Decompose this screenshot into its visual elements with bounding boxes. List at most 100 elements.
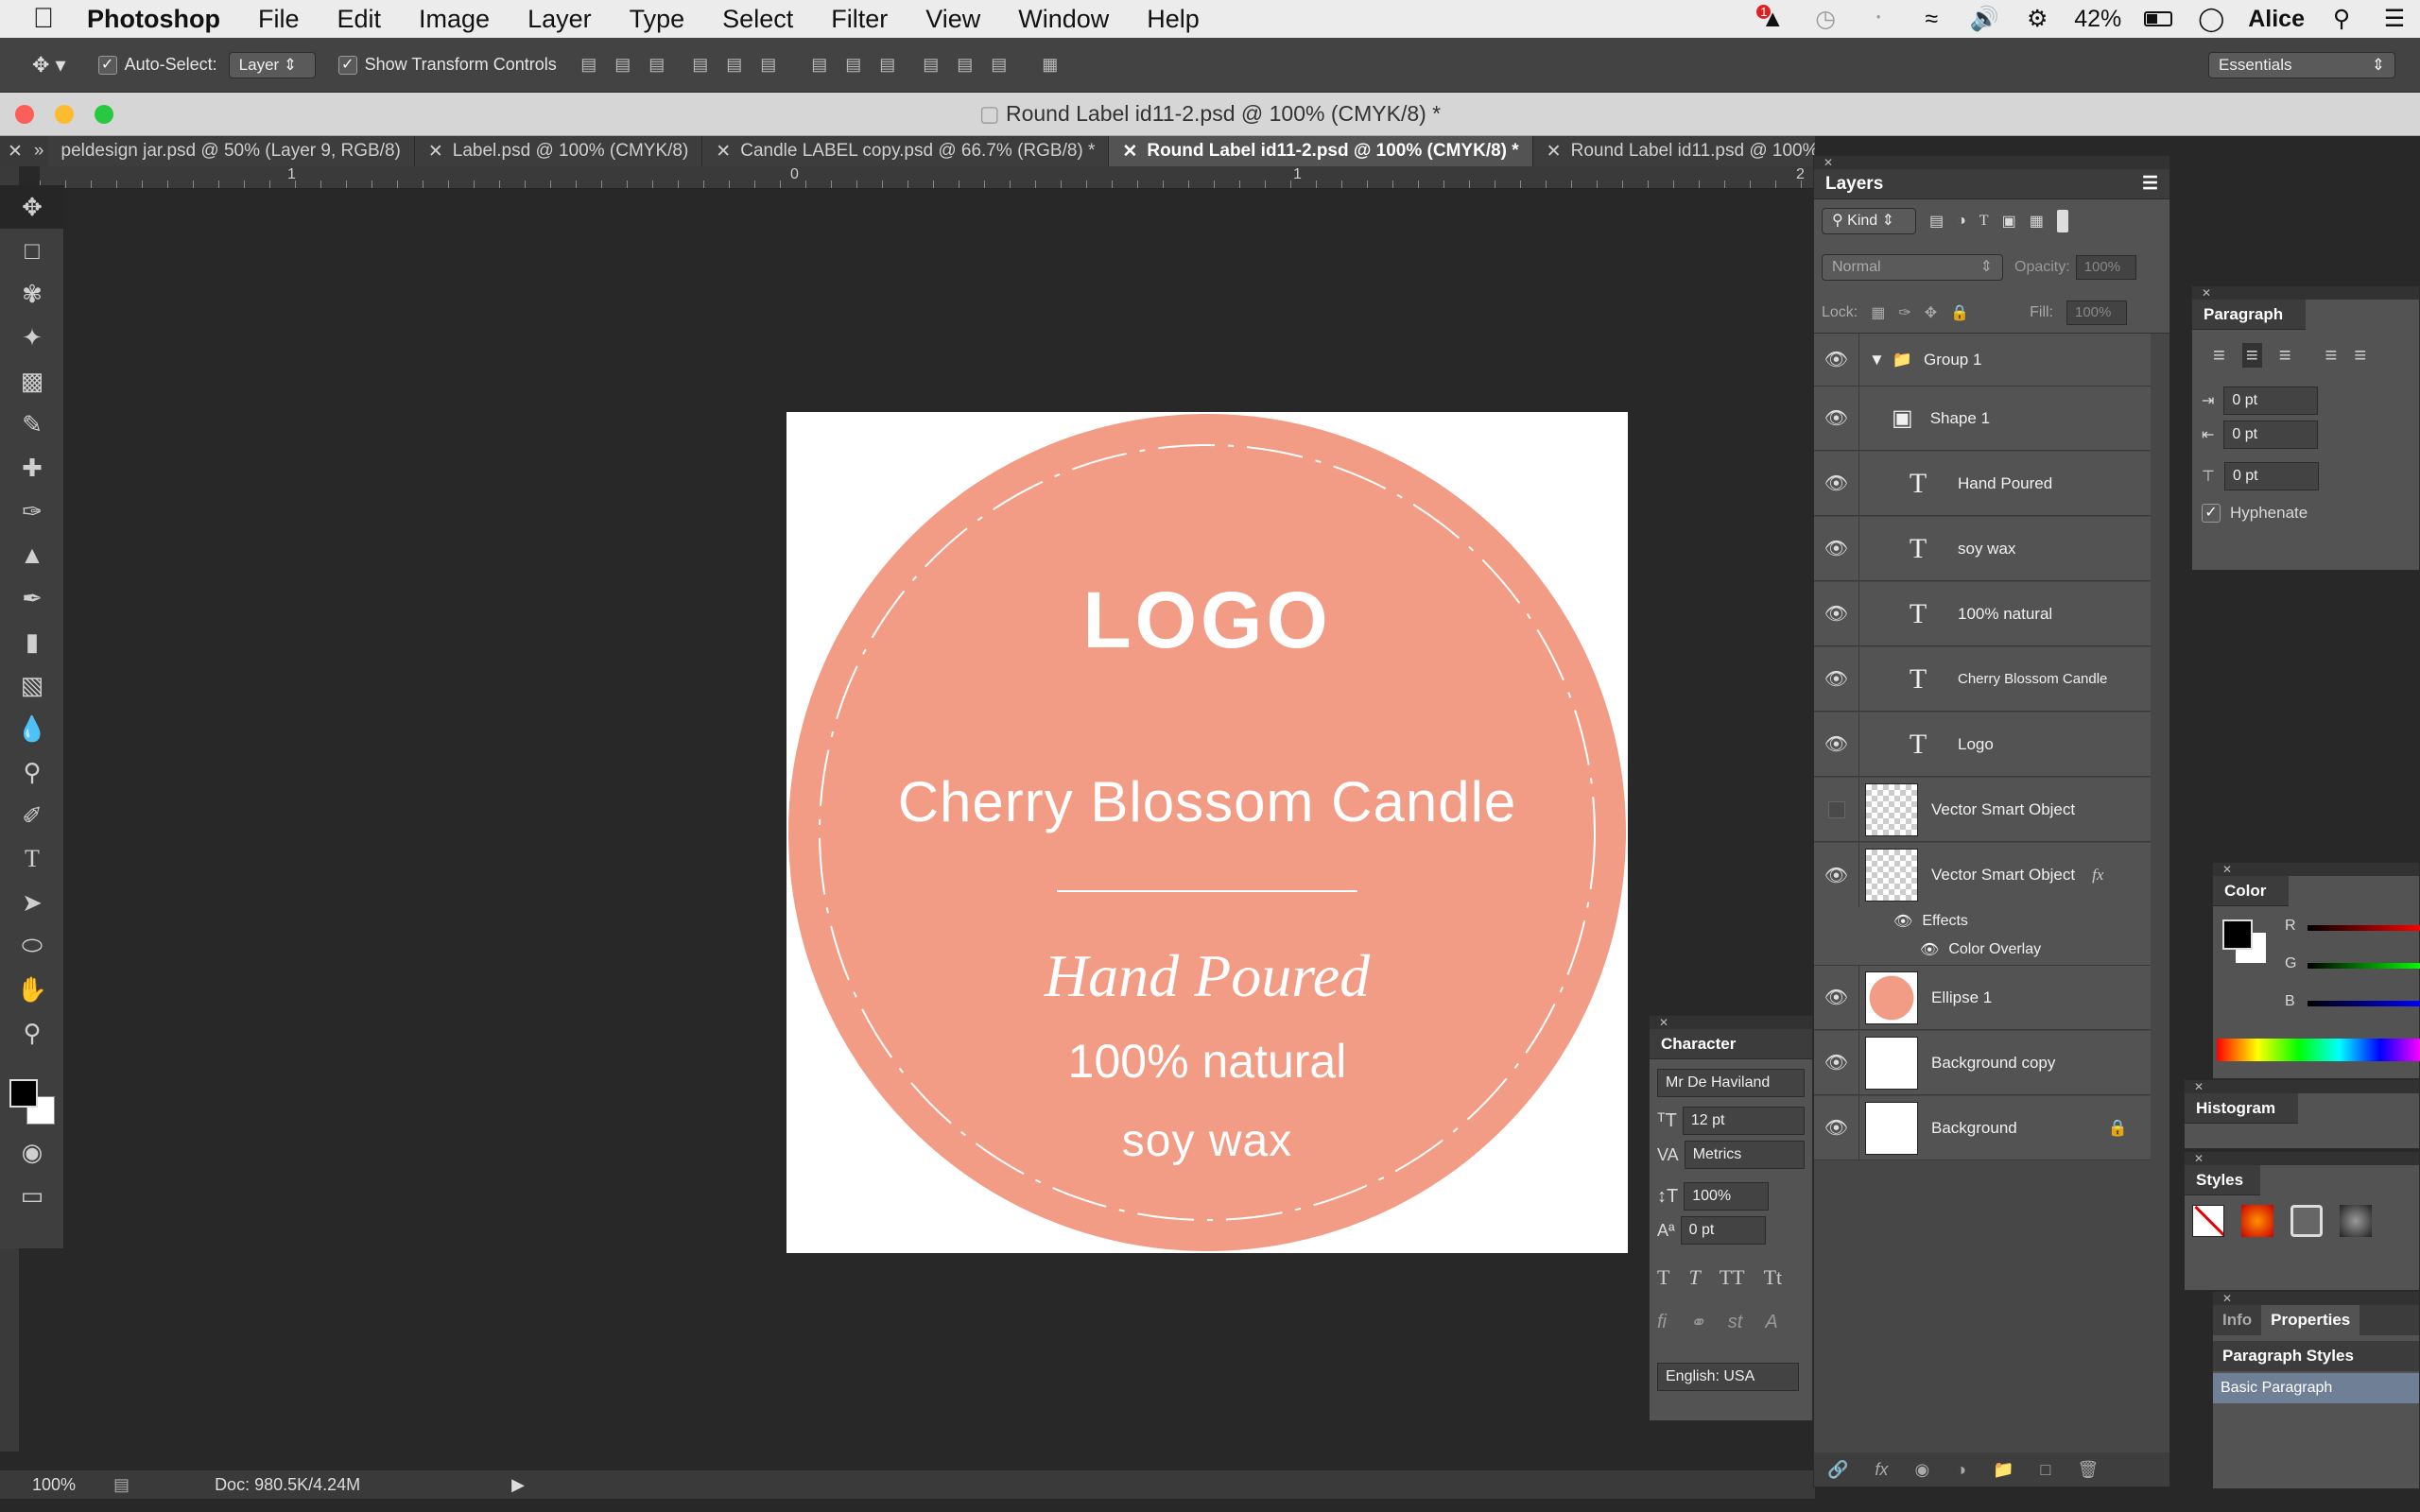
time-machine-icon[interactable]: ◷ [1809,3,1841,35]
disclosure-triangle-icon[interactable]: ▼ [1869,351,1885,369]
color-panel-close-icon[interactable]: ✕ [2213,863,2419,876]
menu-layer[interactable]: Layer [509,0,611,38]
menu-file[interactable]: File [239,0,319,38]
green-slider[interactable] [2308,963,2420,969]
filter-shape-icon[interactable]: ▣ [2002,212,2016,231]
color-overlay-row[interactable]: 👁 Color Overlay [1814,936,2151,964]
menu-app[interactable]: Photoshop [68,0,239,38]
distribute-hcenter-icon[interactable]: ▤ [952,52,978,78]
crop-tool-icon[interactable]: ▩ [0,359,64,403]
visibility-eye-icon[interactable]: 👁 [1814,451,1859,516]
workspace-dropdown[interactable]: Essentials ⇕ [2208,51,2395,78]
style-swatch[interactable] [2241,1205,2273,1237]
layer-row[interactable]: 👁 T Hand Poured [1814,451,2151,516]
histogram-close-icon[interactable]: ✕ [2185,1080,2419,1093]
visibility-eye-icon[interactable] [1814,777,1859,842]
layer-row[interactable]: 👁 T Cherry Blossom Candle [1814,646,2151,712]
wifi-icon[interactable]: ≈ [1915,3,1947,35]
styles-close-icon[interactable]: ✕ [2185,1152,2419,1165]
tab-close-icon[interactable]: ✕ [428,141,443,163]
screen-mode-icon[interactable]: ▭ [0,1174,64,1217]
titling-icon[interactable]: A [1765,1312,1777,1333]
foreground-color-swatch[interactable] [9,1079,38,1108]
distribute-bottom-icon[interactable]: ▤ [874,52,901,78]
add-mask-icon[interactable]: ◉ [1914,1460,1929,1480]
show-transform-checkbox[interactable]: ✓ [337,55,357,75]
space-before-field[interactable]: 0 pt [2223,462,2319,490]
battery-icon[interactable] [2142,3,2174,35]
quick-mask-icon[interactable]: ◉ [0,1130,64,1174]
lasso-tool-icon[interactable]: ✾ [0,272,64,316]
font-family-field[interactable]: Mr De Haviland [1657,1069,1805,1097]
visibility-eye-icon[interactable]: 👁 [1814,1095,1859,1160]
tab-close-icon[interactable]: ✕ [1122,141,1137,163]
filter-toggle-icon[interactable] [2056,210,2068,232]
style-swatch[interactable] [2290,1205,2323,1237]
align-left-text-icon[interactable]: ≡ [2213,343,2225,368]
filter-smart-object-icon[interactable]: ▦ [2030,212,2044,231]
ligature-icon[interactable]: fi [1657,1312,1667,1333]
fg-color-chip[interactable] [2222,919,2253,950]
layer-row[interactable]: 👁 Background 🔒 [1814,1095,2151,1160]
dodge-tool-icon[interactable]: ⚲ [0,750,64,794]
hyphenate-checkbox[interactable]: ✓ [2202,504,2221,523]
info-close-icon[interactable]: ✕ [2213,1292,2419,1305]
lock-position-icon[interactable]: ✥ [1925,303,1937,322]
paragraph-title[interactable]: Paragraph [2192,300,2306,330]
blue-slider[interactable] [2308,1001,2420,1006]
bluetooth-icon[interactable]: ᛫ [1862,3,1894,35]
tab-round-label-id11[interactable]: ✕ Round Label id11.psd @ 100% (CMYK/8) [1532,136,1815,166]
healing-brush-tool-icon[interactable]: ✚ [0,446,64,490]
tab-candle-label-copy[interactable]: ✕ Candle LABEL copy.psd @ 66.7% (RGB/8) * [702,136,1110,166]
color-spectrum[interactable] [2217,1039,2420,1061]
share-icon[interactable]: ▤ [113,1475,130,1495]
tab-close-icon[interactable]: ✕ [716,141,731,163]
color-overlay-eye-icon[interactable]: 👁 [1920,940,1939,959]
menu-window[interactable]: Window [999,0,1128,38]
status-menu-arrow-icon[interactable]: ▶ [511,1475,525,1495]
marquee-tool-icon[interactable]: □ [0,229,64,272]
layers-title[interactable]: Layers [1825,169,1883,199]
align-center-text-icon[interactable]: ≡ [2241,343,2262,368]
layer-row[interactable]: 👁 T Logo [1814,712,2151,777]
tabs-overflow-icon[interactable]: » [30,141,48,162]
menu-view[interactable]: View [907,0,999,38]
new-group-icon[interactable]: 📁 [1993,1460,2014,1480]
eyedropper-tool-icon[interactable]: ✎ [0,403,64,446]
paragraph-styles-tab[interactable]: Paragraph Styles [2213,1341,2419,1371]
align-hcenter-icon[interactable]: ▤ [721,52,748,78]
tab-info[interactable]: Info [2213,1311,2261,1330]
clock-icon[interactable]: ◯ [2195,3,2227,35]
layer-row-with-effects[interactable]: 👁 Vector Smart Object fx 👁 Effects 👁 Color O… [1814,843,2151,966]
move-tool-icon[interactable]: ✥ ▾ [32,53,66,77]
distribute-left-icon[interactable]: ▤ [918,52,944,78]
effects-eye-icon[interactable]: 👁 [1893,912,1912,931]
character-title[interactable]: Character [1650,1029,1812,1059]
effects-row[interactable]: 👁 Effects [1814,907,2151,936]
menu-filter[interactable]: Filter [812,0,907,38]
magic-wand-tool-icon[interactable]: ✦ [0,316,64,359]
style-none-swatch[interactable] [2192,1205,2224,1237]
visibility-eye-icon[interactable]: 👁 [1814,965,1859,1030]
add-style-icon[interactable]: fx [1875,1460,1888,1480]
language-dropdown[interactable]: English: USA [1657,1363,1799,1391]
user-name[interactable]: Alice [2248,6,2305,33]
histogram-title[interactable]: Histogram [2185,1093,2298,1124]
kind-filter-dropdown[interactable]: ⚲ Kind ⇕ [1822,208,1916,234]
fx-badge[interactable]: fx [2092,866,2103,885]
visibility-eye-icon[interactable]: 👁 [1814,386,1859,451]
notification-icon[interactable]: ▲ 1 [1756,3,1789,35]
layer-row[interactable]: Vector Smart Object [1814,777,2151,842]
paragraph-panel-close-icon[interactable]: ✕ [2192,286,2419,300]
character-panel-close-icon[interactable]: ✕ [1650,1016,1812,1029]
visibility-eye-icon[interactable]: 👁 [1814,712,1859,777]
gradient-tool-icon[interactable]: ▧ [0,663,64,707]
red-slider[interactable] [2308,925,2420,931]
horizontal-ruler[interactable]: 1 0 1 2 [40,166,1815,189]
align-vcenter-icon[interactable]: ▤ [610,52,636,78]
tabs-close-icon[interactable]: ✕ [0,141,30,163]
visibility-eye-icon[interactable]: 👁 [1814,646,1859,712]
lock-transparent-icon[interactable]: ▦ [1871,303,1885,322]
old-style-icon[interactable]: ⚭ [1689,1311,1705,1334]
indent-left-field[interactable]: 0 pt [2223,387,2319,415]
